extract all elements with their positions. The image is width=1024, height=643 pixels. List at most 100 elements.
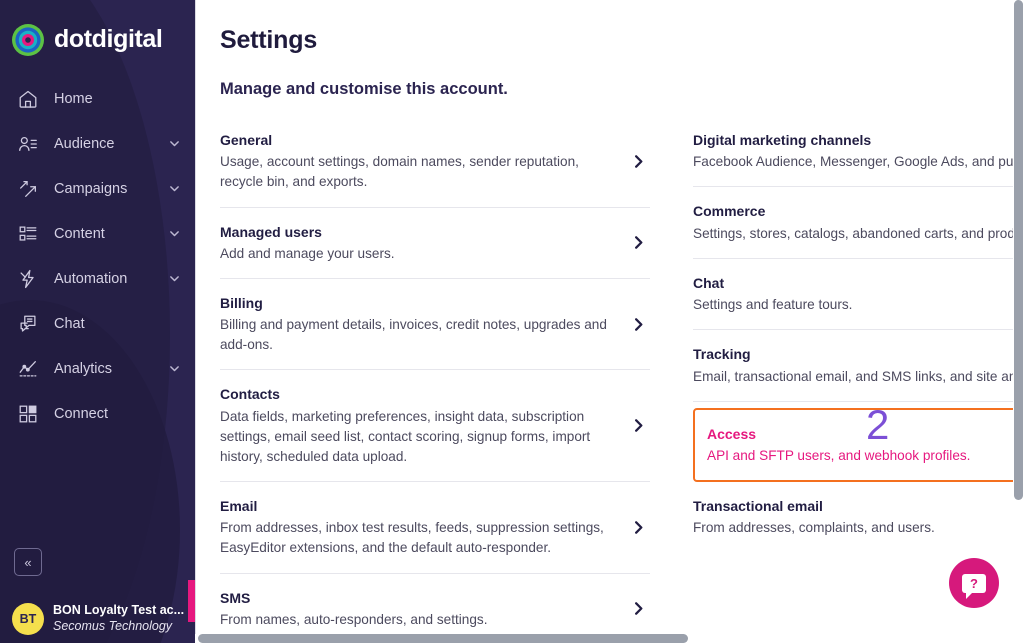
setting-description: Data fields, marketing preferences, insi…: [220, 407, 610, 467]
setting-description: Usage, account settings, domain names, s…: [220, 152, 610, 192]
sidebar-item-audience[interactable]: Audience: [0, 121, 195, 166]
help-button[interactable]: ?: [949, 558, 999, 608]
main-sidebar: dotdigital Home: [0, 0, 195, 643]
chat-icon: [16, 312, 40, 336]
chevron-right-icon[interactable]: [626, 601, 650, 616]
dotdigital-target-logo-icon: [11, 23, 45, 57]
setting-description: From names, auto-responders, and setting…: [220, 610, 610, 630]
sidebar-item-connect[interactable]: Connect: [0, 391, 195, 436]
account-organisation: Secomus Technology: [53, 619, 184, 635]
settings-column-right: Digital marketing channels Facebook Audi…: [693, 116, 1013, 634]
setting-title: SMS: [220, 588, 610, 608]
page-subtitle: Manage and customise this account.: [220, 80, 1013, 99]
setting-row-access[interactable]: Access API and SFTP users, and webhook p…: [693, 408, 1013, 482]
sidebar-item-analytics[interactable]: Analytics: [0, 346, 195, 391]
chevron-down-icon[interactable]: [168, 272, 181, 285]
chevron-down-icon[interactable]: [168, 137, 181, 150]
chevron-right-icon[interactable]: [626, 154, 650, 169]
double-chevron-left-icon: «: [24, 555, 31, 570]
setting-row-commerce[interactable]: Commerce Settings, stores, catalogs, aba…: [693, 187, 1013, 258]
campaigns-icon: [16, 177, 40, 201]
chevron-right-icon[interactable]: [626, 235, 650, 250]
setting-description: Facebook Audience, Messenger, Google Ads…: [693, 152, 1013, 172]
sidebar-item-label: Audience: [54, 136, 168, 152]
setting-description: Settings, stores, catalogs, abandoned ca…: [693, 224, 1013, 244]
chevron-down-icon[interactable]: [168, 182, 181, 195]
setting-title: Commerce: [693, 201, 1013, 221]
sidebar-item-chat[interactable]: Chat: [0, 301, 195, 346]
chevron-right-icon[interactable]: [626, 520, 650, 535]
setting-description: Settings and feature tours.: [693, 295, 1013, 315]
setting-row-digital-marketing-channels[interactable]: Digital marketing channels Facebook Audi…: [693, 116, 1013, 187]
setting-title: Managed users: [220, 222, 610, 242]
home-icon: [16, 87, 40, 111]
sidebar-item-content[interactable]: Content: [0, 211, 195, 256]
settings-scroll-area[interactable]: Settings Manage and customise this accou…: [195, 0, 1013, 634]
setting-title: Billing: [220, 293, 610, 313]
settings-column-left: General Usage, account settings, domain …: [195, 116, 650, 634]
setting-title: Contacts: [220, 384, 610, 404]
setting-title: Transactional email: [693, 496, 1013, 516]
content-left-divider: [195, 0, 196, 643]
sidebar-nav: Home Audience: [0, 76, 195, 436]
setting-description: Billing and payment details, invoices, c…: [220, 315, 610, 355]
sidebar-item-campaigns[interactable]: Campaigns: [0, 166, 195, 211]
audience-icon: [16, 132, 40, 156]
vertical-scrollbar[interactable]: [1013, 0, 1024, 643]
sidebar-item-automation[interactable]: Automation: [0, 256, 195, 301]
setting-description: From addresses, inbox test results, feed…: [220, 518, 610, 558]
setting-row-tracking[interactable]: Tracking Email, transactional email, and…: [693, 330, 1013, 401]
setting-row-managed-users[interactable]: Managed users Add and manage your users.: [220, 208, 650, 279]
chevron-right-icon[interactable]: [626, 418, 650, 433]
chevron-down-icon[interactable]: [168, 227, 181, 240]
sidebar-item-home[interactable]: Home: [0, 76, 195, 121]
setting-row-chat[interactable]: Chat Settings and feature tours.: [693, 259, 1013, 330]
setting-title: Tracking: [693, 344, 1013, 364]
setting-title: Chat: [693, 273, 1013, 293]
sidebar-item-label: Automation: [54, 271, 168, 287]
chevron-down-icon[interactable]: [168, 362, 181, 375]
setting-title: General: [220, 130, 610, 150]
sidebar-item-label: Analytics: [54, 361, 168, 377]
sidebar-item-label: Campaigns: [54, 181, 168, 197]
sidebar-item-label: Content: [54, 226, 168, 242]
sidebar-item-label: Home: [54, 91, 181, 107]
chevron-right-icon[interactable]: [626, 317, 650, 332]
annotation-step-number: 2: [866, 404, 889, 446]
sidebar-item-label: Connect: [54, 406, 181, 422]
setting-row-transactional-email[interactable]: Transactional email From addresses, comp…: [693, 482, 1013, 552]
setting-description: Email, transactional email, and SMS link…: [693, 367, 1013, 387]
setting-description: From addresses, complaints, and users.: [693, 518, 1013, 538]
connect-icon: [16, 402, 40, 426]
help-chat-icon: ?: [962, 574, 986, 593]
setting-row-general[interactable]: General Usage, account settings, domain …: [220, 116, 650, 208]
account-switcher[interactable]: BT BON Loyalty Test ac... Secomus Techno…: [0, 603, 195, 635]
brand-name: dotdigital: [54, 27, 162, 52]
setting-row-contacts[interactable]: Contacts Data fields, marketing preferen…: [220, 370, 650, 482]
horizontal-scrollbar-thumb[interactable]: [198, 634, 688, 643]
analytics-icon: [16, 357, 40, 381]
avatar: BT: [12, 603, 44, 635]
setting-row-sms[interactable]: SMS From names, auto-responders, and set…: [220, 574, 650, 634]
settings-page: dotdigital Home: [0, 0, 1024, 643]
vertical-scrollbar-thumb[interactable]: [1014, 0, 1023, 500]
main-content: Settings Manage and customise this accou…: [195, 0, 1024, 643]
sidebar-collapse-button[interactable]: «: [14, 548, 42, 576]
setting-title: Email: [220, 496, 610, 516]
sidebar-accent-bar: [188, 580, 195, 622]
setting-row-billing[interactable]: Billing Billing and payment details, inv…: [220, 279, 650, 371]
horizontal-scrollbar[interactable]: [195, 634, 1013, 643]
setting-title: Digital marketing channels: [693, 130, 1013, 150]
settings-columns: General Usage, account settings, domain …: [195, 99, 1013, 634]
brand-logo[interactable]: dotdigital: [0, 0, 195, 62]
automation-icon: [16, 267, 40, 291]
content-icon: [16, 222, 40, 246]
page-header: Settings Manage and customise this accou…: [195, 0, 1013, 99]
sidebar-item-label: Chat: [54, 316, 181, 332]
help-question-mark: ?: [970, 576, 978, 591]
setting-title: Access: [707, 424, 1013, 444]
setting-description: Add and manage your users.: [220, 244, 610, 264]
account-name: BON Loyalty Test ac...: [53, 603, 184, 619]
setting-row-email[interactable]: Email From addresses, inbox test results…: [220, 482, 650, 574]
setting-description: API and SFTP users, and webhook profiles…: [707, 446, 1013, 466]
